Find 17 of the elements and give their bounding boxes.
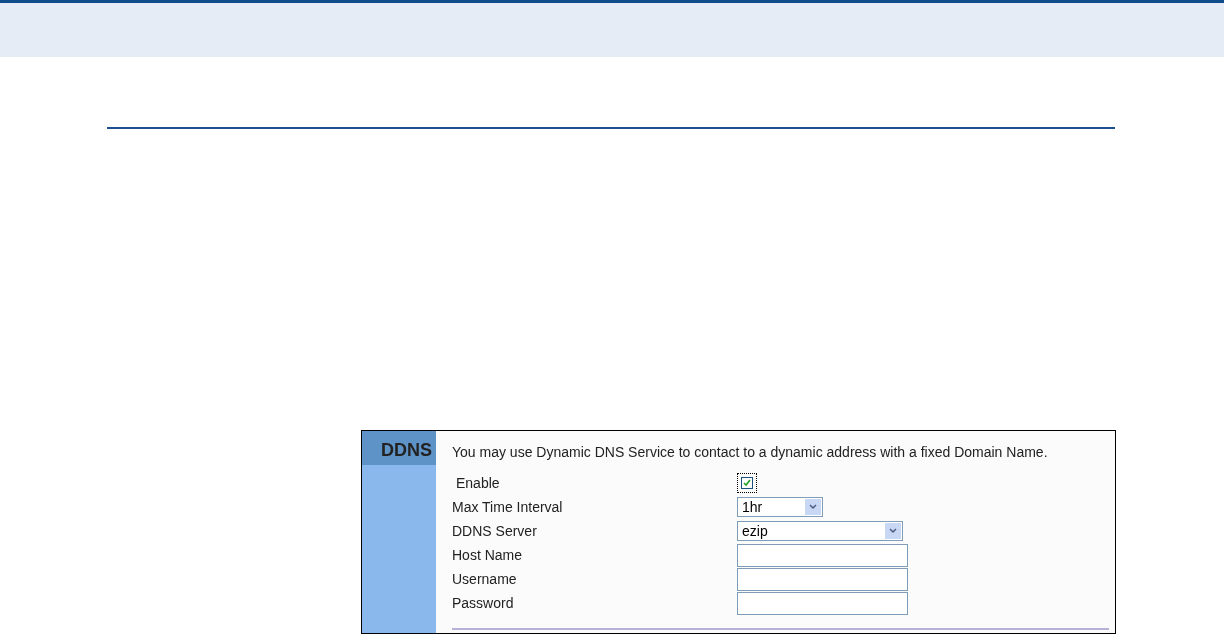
input-field[interactable] xyxy=(737,567,908,591)
dropdown[interactable]: 1hr xyxy=(737,497,823,517)
panel-title: DDNS xyxy=(362,431,436,465)
caret-icon xyxy=(885,523,901,539)
field-label: Enable xyxy=(455,473,501,493)
field-label: Username xyxy=(452,569,518,589)
field-label: Max Time Interval xyxy=(452,497,564,517)
description: You may use Dynamic DNS Service to contact to a dynamic address with a fixed Domain Name. xyxy=(452,443,1049,462)
input-field[interactable] xyxy=(737,543,908,567)
field-label: DDNS Server xyxy=(452,521,538,541)
dropdown[interactable]: ezip xyxy=(737,521,903,541)
field-label: Password xyxy=(452,593,515,613)
input-field[interactable] xyxy=(737,591,908,615)
checkmark-icon xyxy=(743,479,751,487)
field-label: Host Name xyxy=(452,545,524,565)
enable-checkbox[interactable] xyxy=(737,473,757,493)
caret-icon xyxy=(805,499,821,515)
